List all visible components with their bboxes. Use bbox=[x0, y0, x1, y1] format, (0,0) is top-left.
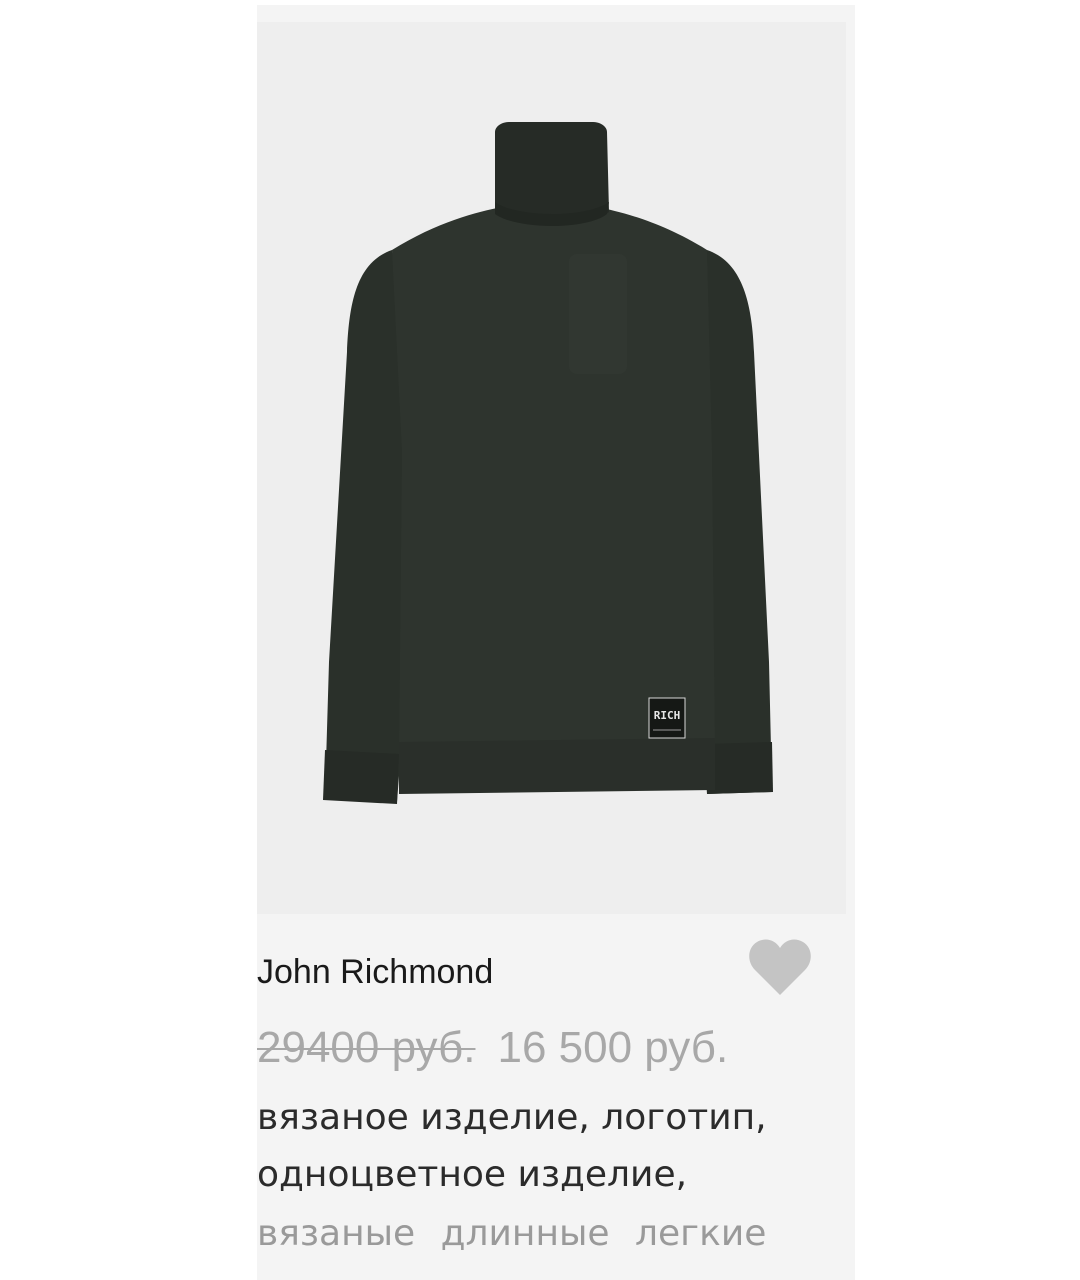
old-price: 29400 руб. bbox=[257, 1023, 476, 1072]
product-image[interactable]: RICH bbox=[257, 22, 846, 914]
turtleneck-sweater-image: RICH bbox=[323, 122, 773, 804]
description-line: вязаное изделие, логотип, bbox=[257, 1097, 767, 1138]
description-line-faded: вязаные длинные легкие bbox=[257, 1213, 767, 1254]
current-price: 16 500 руб. bbox=[497, 1023, 729, 1072]
heart-icon bbox=[749, 939, 811, 995]
favorite-button[interactable] bbox=[747, 937, 813, 999]
description-line: одноцветное изделие, bbox=[257, 1154, 688, 1195]
product-description: вязаное изделие, логотип, одноцветное из… bbox=[257, 1089, 847, 1262]
product-card[interactable]: RICH John Richmond 29400 руб. 16 500 руб.… bbox=[257, 5, 855, 1280]
price-block: 29400 руб. 16 500 руб. bbox=[257, 1023, 728, 1073]
brand-name[interactable]: John Richmond bbox=[257, 953, 493, 992]
label-patch-text: RICH bbox=[654, 709, 681, 722]
